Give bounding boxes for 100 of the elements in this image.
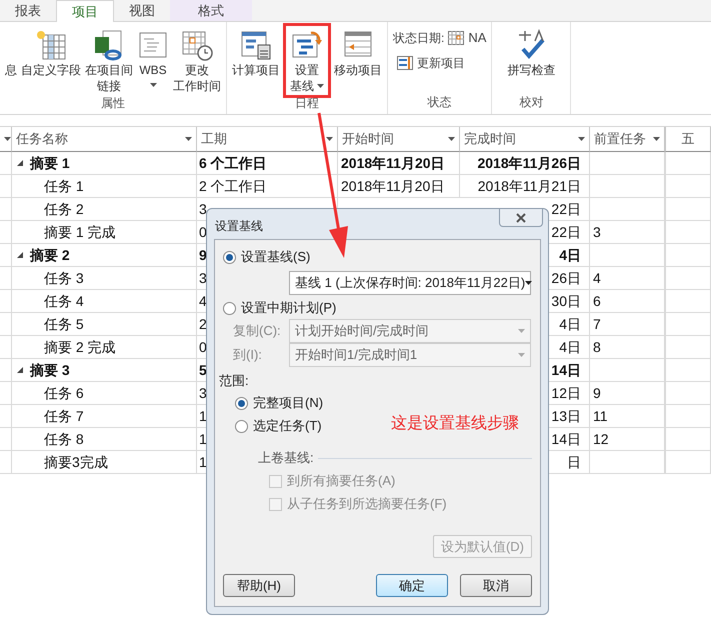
task-name: 摘要 1 完成 <box>44 222 116 242</box>
task-name: 摘要 2 完成 <box>44 338 116 356</box>
collapse-triangle-icon[interactable] <box>16 251 24 259</box>
dialog-button[interactable]: 取消 <box>460 574 532 597</box>
ribbon-button[interactable]: 息 <box>3 28 19 94</box>
predecessor-cell: 6 <box>590 290 665 313</box>
calculator-sheet-icon <box>240 29 272 61</box>
group-label: 日程 <box>295 95 319 112</box>
calendar-clock-icon <box>181 29 213 61</box>
task-name: 任务 7 <box>44 406 84 426</box>
duration-cell: 2 个工作日 <box>197 175 338 198</box>
timeline-cell <box>665 428 711 451</box>
timeline-cell <box>665 175 711 198</box>
task-name: 摘要 1 <box>30 154 70 172</box>
ribbon-button[interactable]: 移动项目 <box>332 28 384 94</box>
option-label: 设置基线(S) <box>241 248 310 266</box>
ribbon-button[interactable]: 计算项目 <box>230 28 282 94</box>
timeline-cell <box>665 267 711 290</box>
column-header[interactable]: 工期 <box>197 127 338 152</box>
collapse-triangle-icon[interactable] <box>16 366 24 374</box>
rollup-label: 上卷基线: <box>258 449 314 467</box>
ribbon-button[interactable]: 拼写检查 <box>495 28 568 93</box>
caret-icon <box>653 137 660 141</box>
caret-icon <box>525 281 532 285</box>
timeline-cell <box>665 405 711 428</box>
predecessor-cell: 7 <box>590 313 665 336</box>
timeline-cell <box>665 336 711 359</box>
column-header[interactable]: 开始时间 <box>338 127 460 152</box>
predecessor-cell: 9 <box>590 382 665 405</box>
caret-icon <box>326 137 333 141</box>
status-date-label: 状态日期: <box>393 30 444 47</box>
predecessor-cell: 4 <box>590 267 665 290</box>
column-header[interactable]: 完成时间 <box>460 127 590 152</box>
ribbon-tab[interactable]: 视图 <box>114 0 170 21</box>
column-header[interactable]: 任务名称 <box>12 127 197 152</box>
predecessor-cell: 12 <box>590 428 665 451</box>
collapse-triangle-icon[interactable] <box>16 159 24 167</box>
status-date-button[interactable]: NA <box>468 28 486 48</box>
ribbon-tab[interactable]: 格式 <box>170 0 252 21</box>
predecessor-cell: 3 <box>590 221 665 244</box>
timeline-cell <box>665 313 711 336</box>
task-name: 摘要 2 <box>30 246 70 264</box>
checkbox-label: 到所有摘要任务(A) <box>287 472 396 490</box>
radio-button[interactable] <box>235 420 248 432</box>
ribbon-tab[interactable]: 项目 <box>56 0 114 22</box>
timeline-cell <box>665 451 711 474</box>
caret-icon <box>518 329 525 333</box>
group-label: 状态 <box>428 94 452 111</box>
task-name: 任务 1 <box>44 176 84 196</box>
dialog-button[interactable]: 帮助(H) <box>223 574 295 597</box>
timeline-cell <box>665 152 711 175</box>
timeline-cell <box>665 359 711 382</box>
radio-button[interactable] <box>235 396 248 410</box>
row-header-cell[interactable] <box>0 127 12 152</box>
group-label: 校对 <box>519 94 544 111</box>
ribbon-button[interactable]: 设置 基线 <box>288 28 326 94</box>
duration-cell: 6 个工作日 <box>197 152 338 175</box>
caret-icon <box>4 137 11 141</box>
ribbon-tab[interactable]: 报表 <box>0 0 56 21</box>
task-name: 任务 5 <box>44 314 84 334</box>
baseline-dropdown[interactable]: 基线 1 (上次保存时间: 2018年11月22日) <box>289 271 531 295</box>
predecessor-cell: 8 <box>590 336 665 359</box>
ribbon-button[interactable]: 自定义字段 <box>19 28 83 94</box>
radio-button[interactable] <box>223 302 236 314</box>
task-name: 任务 4 <box>44 292 84 310</box>
close-button[interactable] <box>499 209 543 227</box>
finish-cell: 2018年11月21日 <box>460 175 590 198</box>
dialog-title: 设置基线 <box>215 218 263 235</box>
finish-cell: 2018年11月26日 <box>460 152 590 175</box>
close-icon <box>516 212 526 222</box>
start-cell: 2018年11月20日 <box>338 152 460 175</box>
column-header[interactable]: 前置任务 <box>590 127 665 152</box>
task-name: 任务 6 <box>44 384 84 402</box>
timeline-header: 五 <box>665 127 711 152</box>
update-project-button[interactable]: 更新项目 <box>393 54 469 72</box>
radio-button[interactable] <box>223 250 236 264</box>
caret-icon <box>518 353 525 357</box>
ribbon-button[interactable]: 更改 工作时间 <box>171 28 223 94</box>
timeline-cell <box>665 221 711 244</box>
checkbox-label: 从子任务到所选摘要任务(F) <box>287 495 447 513</box>
predecessor-cell: 11 <box>590 405 665 428</box>
task-name: 任务 8 <box>44 430 84 448</box>
task-name: 任务 3 <box>44 268 84 288</box>
timeline-cell <box>665 198 711 221</box>
start-cell: 2018年11月20日 <box>338 175 460 198</box>
task-name: 摘要3完成 <box>44 452 108 472</box>
ribbon-button[interactable]: 在项目间 链接 <box>83 28 135 94</box>
timeline-cell <box>665 290 711 313</box>
task-name: 摘要 3 <box>30 360 70 380</box>
ribbon-button[interactable]: WBS <box>135 28 171 94</box>
table-icon <box>35 29 67 61</box>
calendar-icon <box>448 30 464 45</box>
dialog-button[interactable]: 确定 <box>376 574 448 597</box>
timeline-cell <box>665 382 711 405</box>
timeline-cell <box>665 244 711 267</box>
caret-icon <box>578 137 585 141</box>
caret-icon <box>448 137 455 141</box>
task-name: 任务 2 <box>44 200 84 218</box>
update-icon <box>397 56 413 70</box>
group-label: 属性 <box>101 95 125 112</box>
